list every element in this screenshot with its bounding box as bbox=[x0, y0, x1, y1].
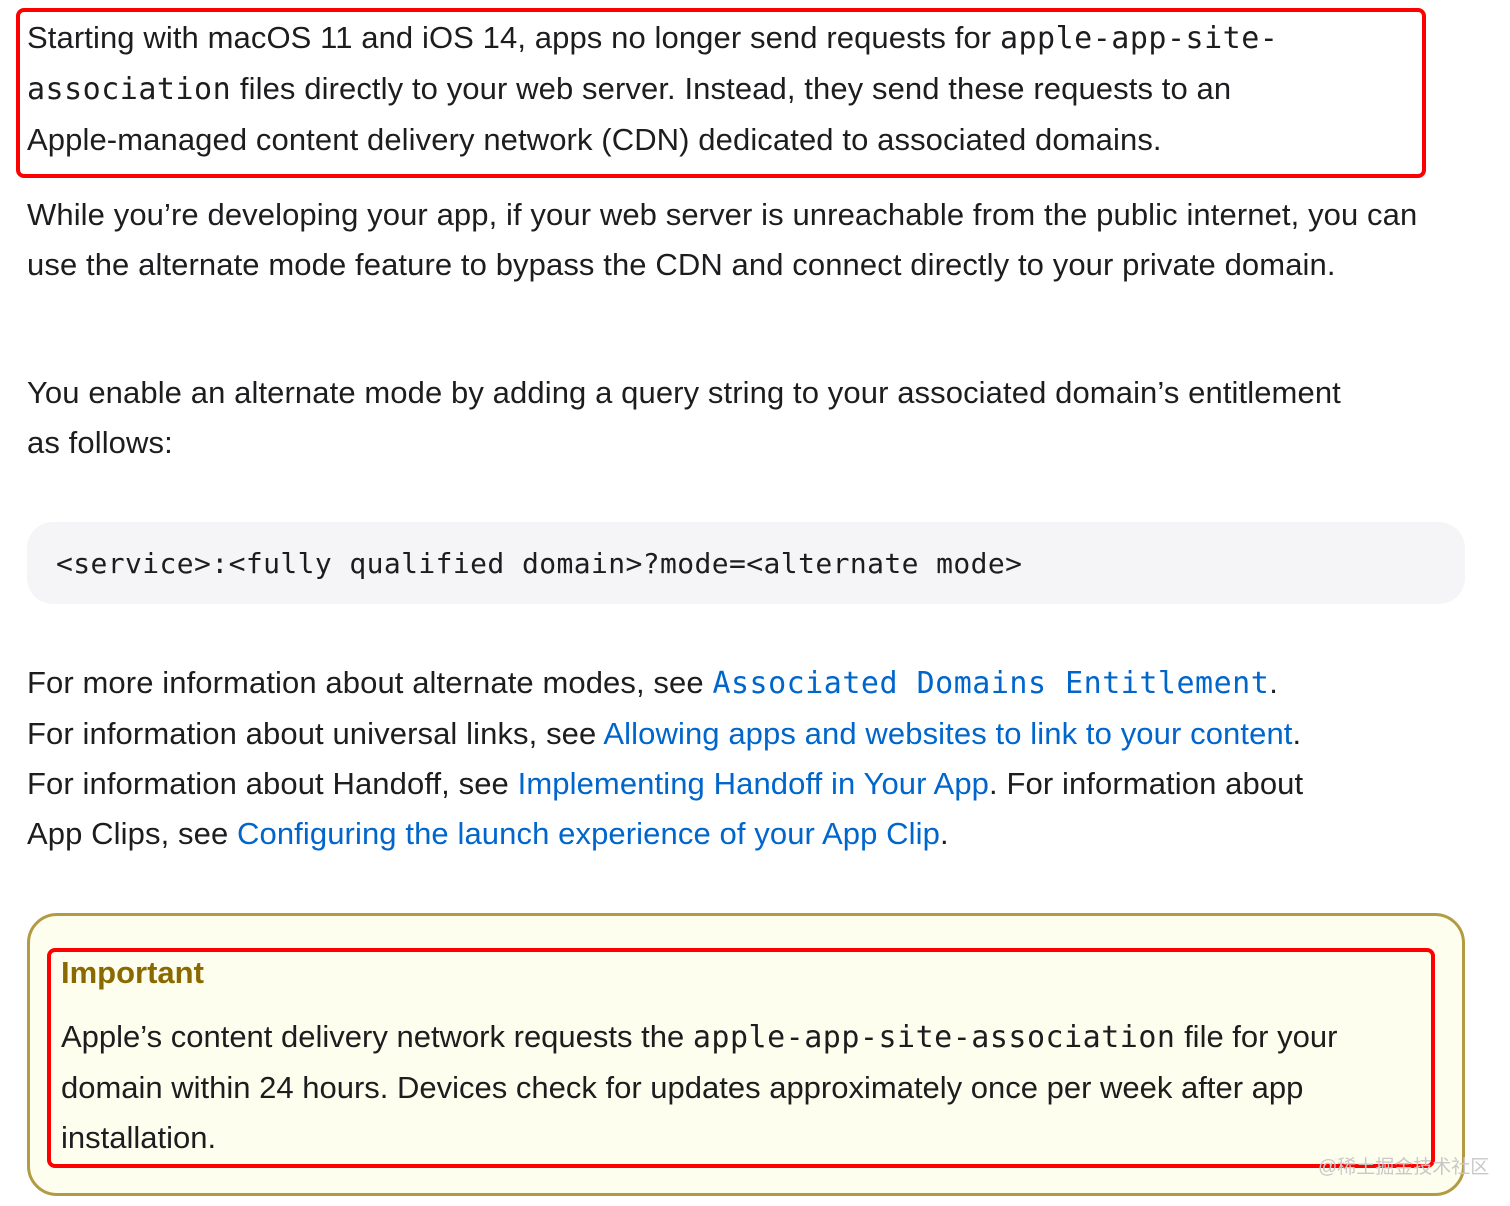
watermark-text: @稀土掘金技术社区 bbox=[1318, 1157, 1490, 1178]
link-implementing-handoff[interactable]: Implementing Handoff in Your App bbox=[518, 766, 989, 801]
more-info-paragraph: For more information about alternate mod… bbox=[27, 658, 1467, 859]
code-block: <service>:<fully qualified domain>?mode=… bbox=[27, 522, 1465, 604]
more-info-text-6: . For information about bbox=[989, 766, 1304, 801]
more-info-text-1: For more information about alternate mod… bbox=[27, 665, 713, 700]
developing-paragraph: While you’re developing your app, if you… bbox=[27, 197, 1418, 282]
link-configuring-app-clip[interactable]: Configuring the launch experience of you… bbox=[237, 816, 940, 851]
code-block-text: <service>:<fully qualified domain>?mode=… bbox=[56, 547, 1023, 580]
alternate-mode-paragraph: You enable an alternate mode by adding a… bbox=[27, 375, 1341, 460]
more-info-text-2: . bbox=[1269, 665, 1279, 700]
more-info-text-5: For information about Handoff, see bbox=[27, 766, 518, 801]
link-allowing-apps-websites[interactable]: Allowing apps and websites to link to yo… bbox=[603, 716, 1292, 751]
more-info-text-8: . bbox=[939, 816, 949, 851]
highlight-box-intro bbox=[16, 8, 1426, 178]
link-associated-domains-entitlement[interactable]: Associated Domains Entitlement bbox=[712, 666, 1269, 701]
more-info-text-7: App Clips, see bbox=[27, 816, 237, 851]
documentation-page: Starting with macOS 11 and iOS 14, apps … bbox=[0, 0, 1510, 1206]
highlight-box-important bbox=[47, 948, 1435, 1168]
more-info-text-4: . bbox=[1292, 716, 1302, 751]
more-info-text-3: For information about universal links, s… bbox=[27, 716, 604, 751]
